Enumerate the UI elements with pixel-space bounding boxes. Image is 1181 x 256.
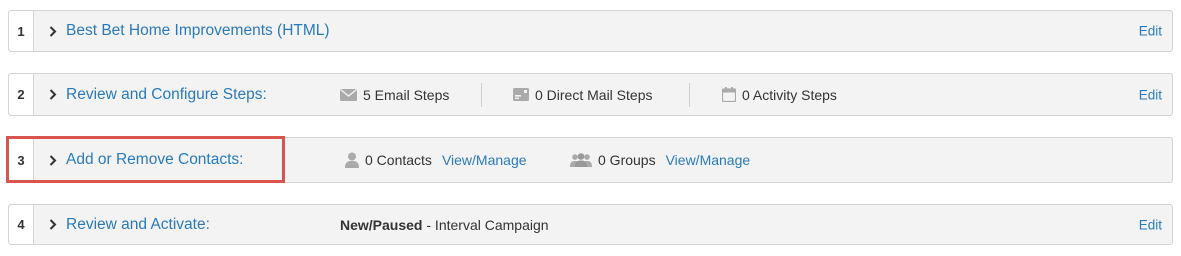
step-2-edit-link[interactable]: Edit bbox=[1139, 87, 1162, 102]
email-steps-summary: 5 Email Steps bbox=[340, 87, 449, 103]
chevron-right-icon[interactable] bbox=[47, 219, 59, 231]
contacts-summary: 0 Contacts View/Manage bbox=[345, 152, 527, 168]
step-1-title-link[interactable]: Best Bet Home Improvements (HTML) bbox=[66, 22, 330, 40]
contacts-count: 0 Contacts bbox=[365, 152, 432, 168]
campaign-status: New/Paused - Interval Campaign bbox=[340, 217, 549, 233]
step-4-title-link[interactable]: Review and Activate: bbox=[66, 216, 210, 234]
direct-mail-steps-count: 0 Direct Mail Steps bbox=[535, 86, 653, 103]
step-number: 4 bbox=[9, 205, 34, 244]
groups-summary: 0 Groups View/Manage bbox=[570, 152, 750, 168]
step-number: 3 bbox=[9, 138, 34, 182]
chevron-right-icon[interactable] bbox=[47, 89, 59, 101]
campaign-status-state: New/Paused bbox=[340, 216, 423, 233]
step-2-panel: 2 Review and Configure Steps: 5 Email St… bbox=[8, 73, 1173, 116]
step-3-panel: 3 Add or Remove Contacts: 0 Contacts Vie… bbox=[8, 137, 1173, 183]
step-3-title-link[interactable]: Add or Remove Contacts: bbox=[66, 151, 243, 169]
person-icon bbox=[345, 152, 359, 168]
contacts-view-manage-link[interactable]: View/Manage bbox=[442, 152, 527, 168]
direct-mail-steps-summary: 0 Direct Mail Steps bbox=[513, 87, 652, 103]
calendar-icon bbox=[722, 87, 736, 102]
campaign-status-type: - Interval Campaign bbox=[422, 216, 549, 233]
envelope-icon bbox=[340, 88, 357, 101]
divider bbox=[481, 82, 482, 107]
chevron-right-icon[interactable] bbox=[47, 25, 59, 37]
activity-steps-summary: 0 Activity Steps bbox=[722, 87, 837, 103]
divider bbox=[689, 82, 690, 107]
step-4-panel: 4 Review and Activate: New/Paused - Inte… bbox=[8, 204, 1173, 245]
step-1-panel: 1 Best Bet Home Improvements (HTML) Edit bbox=[8, 10, 1173, 52]
groups-count: 0 Groups bbox=[598, 152, 656, 168]
activity-steps-count: 0 Activity Steps bbox=[742, 86, 837, 103]
groups-view-manage-link[interactable]: View/Manage bbox=[666, 152, 751, 168]
chevron-right-icon[interactable] bbox=[47, 154, 59, 166]
step-number: 1 bbox=[9, 11, 34, 51]
step-number: 2 bbox=[9, 74, 34, 115]
step-1-edit-link[interactable]: Edit bbox=[1139, 24, 1162, 39]
email-steps-count: 5 Email Steps bbox=[363, 86, 450, 103]
step-2-title-link[interactable]: Review and Configure Steps: bbox=[66, 86, 267, 104]
mail-card-icon bbox=[513, 88, 529, 101]
step-4-edit-link[interactable]: Edit bbox=[1139, 217, 1162, 232]
group-icon bbox=[570, 153, 592, 167]
